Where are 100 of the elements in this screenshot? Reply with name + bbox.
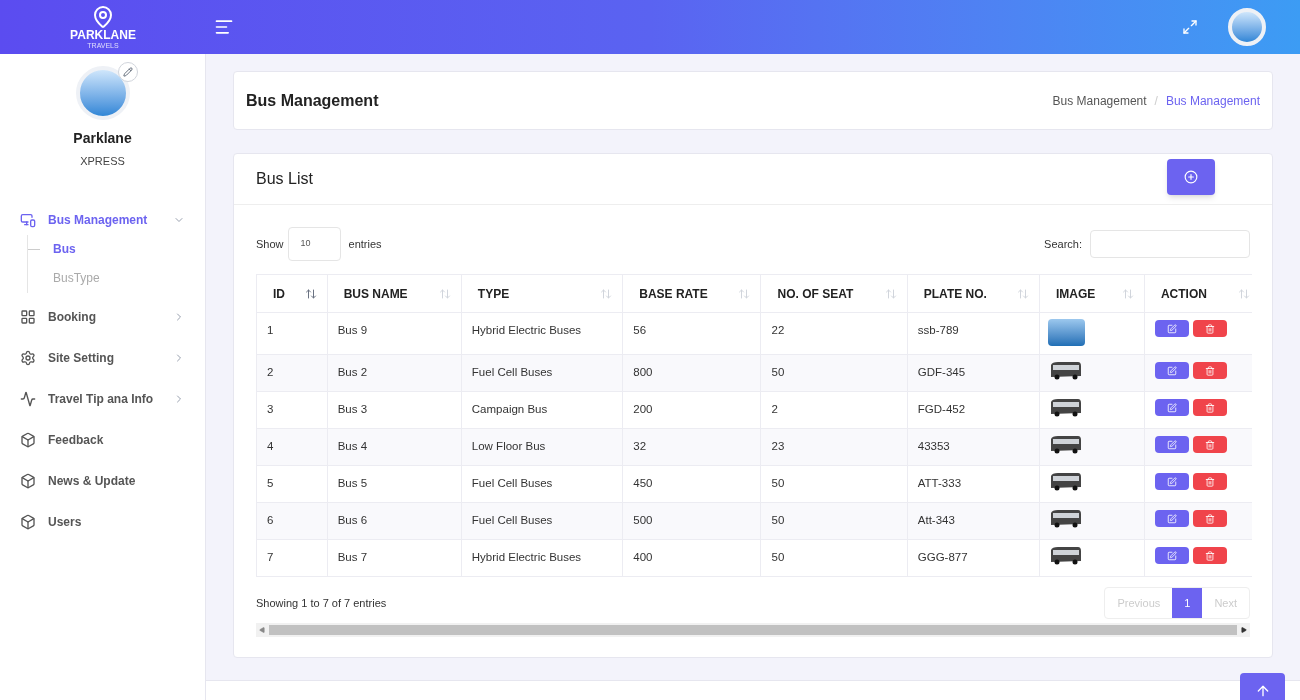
sidebar-item-label: Site Setting	[48, 350, 115, 367]
add-button[interactable]	[1167, 159, 1215, 195]
entries-select[interactable]: 10	[287, 227, 341, 261]
table-cell: 32	[622, 428, 761, 466]
bus-photo	[1047, 319, 1085, 346]
sidebar-item-label: Feedback	[48, 432, 105, 449]
table-cell: Hybrid Electric Buses	[461, 539, 623, 577]
scrollbar-thumb[interactable]	[269, 625, 1237, 635]
scroll-right-icon[interactable]	[1241, 627, 1247, 633]
edit-button[interactable]	[1154, 510, 1189, 527]
delete-button[interactable]	[1192, 399, 1227, 416]
trash-icon	[1204, 402, 1215, 413]
edit-button[interactable]	[1154, 436, 1189, 453]
table-cell: Bus 2	[327, 354, 462, 392]
scroll-top-button[interactable]	[1240, 673, 1285, 700]
delete-button[interactable]	[1192, 547, 1227, 564]
table-cell: GGG-877	[907, 539, 1040, 577]
menu-icon[interactable]	[214, 17, 234, 37]
sidebar-item[interactable]: Site Setting	[0, 337, 205, 379]
column-header[interactable]: ID	[256, 274, 328, 313]
table-cell: 23	[761, 428, 908, 466]
sidebar-item[interactable]: Booking	[0, 296, 205, 338]
table-cell: Campaign Bus	[461, 391, 623, 429]
table-cell: Hybrid Electric Buses	[461, 312, 623, 355]
table-cell: Low Floor Bus	[461, 428, 623, 466]
table-cell: ATT-333	[907, 465, 1040, 503]
search-field[interactable]	[1090, 230, 1250, 258]
sidebar-item-icon	[20, 350, 36, 366]
table-cell: 6	[256, 502, 328, 540]
sidebar-item-icon	[20, 473, 36, 489]
breadcrumb-link[interactable]: Bus Management	[1165, 91, 1260, 110]
edit-button[interactable]	[1154, 320, 1189, 337]
sidebar-item-label: News & Update	[48, 473, 137, 490]
table-cell: 4	[256, 428, 328, 466]
column-header[interactable]: PLATE NO.	[907, 274, 1040, 313]
delete-button[interactable]	[1192, 362, 1227, 379]
trash-icon	[1204, 550, 1215, 561]
table-cell: 800	[622, 354, 761, 392]
sidebar-item-icon	[20, 514, 36, 530]
column-header[interactable]: NO. OF SEAT	[761, 274, 908, 313]
card-title: Bus List	[256, 169, 314, 189]
sidebar-item-label: Bus Management	[48, 212, 149, 229]
sidebar-item[interactable]: Users	[0, 501, 205, 543]
table-cell: Fuel Cell Buses	[461, 354, 623, 392]
delete-button[interactable]	[1192, 320, 1227, 337]
edit-icon	[1166, 402, 1177, 413]
logo-text: PARKLANE	[70, 29, 136, 41]
delete-button[interactable]	[1192, 510, 1227, 527]
sidebar-item[interactable]: Feedback	[0, 419, 205, 461]
table-cell: Fuel Cell Buses	[461, 502, 623, 540]
table-cell: 1	[256, 312, 328, 355]
scroll-left-icon[interactable]	[259, 627, 265, 633]
search-label: Search:	[1044, 236, 1082, 252]
breadcrumb-link[interactable]: Bus Management	[1052, 91, 1147, 110]
table-cell: Bus 7	[327, 539, 462, 577]
table-cell: 500	[622, 502, 761, 540]
table-cell: FGD-452	[907, 391, 1040, 429]
edit-icon	[1166, 550, 1177, 561]
sidebar-item[interactable]: Bus Management	[0, 199, 205, 241]
table-cell: Bus 4	[327, 428, 462, 466]
column-header[interactable]: IMAGE	[1039, 274, 1145, 313]
column-header[interactable]: BUS NAME	[327, 274, 462, 313]
sidebar-item-label: Booking	[48, 309, 97, 326]
sort-icon[interactable]	[304, 287, 317, 300]
column-header[interactable]: BASE RATE	[622, 274, 761, 313]
sidebar-item[interactable]: News & Update	[0, 460, 205, 502]
table-cell: GDF-345	[907, 354, 1040, 392]
table-cell: Bus 3	[327, 391, 462, 429]
sidebar-item[interactable]: Travel Tip ana Info	[0, 378, 205, 420]
table-cell: 50	[761, 465, 908, 503]
column-header[interactable]: TYPE	[461, 274, 623, 313]
delete-button[interactable]	[1192, 473, 1227, 490]
edit-button[interactable]	[1154, 547, 1189, 564]
delete-button[interactable]	[1192, 436, 1227, 453]
edit-button[interactable]	[1154, 473, 1189, 490]
table-cell: 3	[256, 391, 328, 429]
trash-icon	[1204, 476, 1215, 487]
profile-subtitle: XPRESS	[80, 154, 125, 169]
sidebar-item-label: Travel Tip ana Info	[48, 391, 155, 408]
horizontal-scrollbar[interactable]	[256, 623, 1250, 637]
table-cell: 22	[761, 312, 908, 355]
column-header[interactable]: ACTION	[1144, 274, 1252, 313]
table-cell: 43353	[907, 428, 1040, 466]
edit-icon	[1166, 365, 1177, 376]
sidebar-item-icon	[20, 212, 36, 228]
edit-badge[interactable]	[117, 62, 138, 82]
table-cell: 7	[256, 539, 328, 577]
table-cell: 50	[761, 354, 908, 392]
submenu-item[interactable]: Bus	[53, 240, 76, 258]
page-button[interactable]: 1	[1172, 588, 1203, 618]
trash-icon	[1204, 323, 1215, 334]
edit-button[interactable]	[1154, 399, 1189, 416]
table-cell: 50	[761, 502, 908, 540]
edit-button[interactable]	[1154, 362, 1189, 379]
table-info: Showing 1 to 7 of 7 entries	[256, 595, 387, 611]
table-cell: Bus 5	[327, 465, 462, 503]
table-cell: 200	[622, 391, 761, 429]
table-cell: Bus 9	[327, 312, 462, 355]
trash-icon	[1204, 439, 1215, 450]
fullscreen-icon[interactable]	[1182, 19, 1198, 35]
